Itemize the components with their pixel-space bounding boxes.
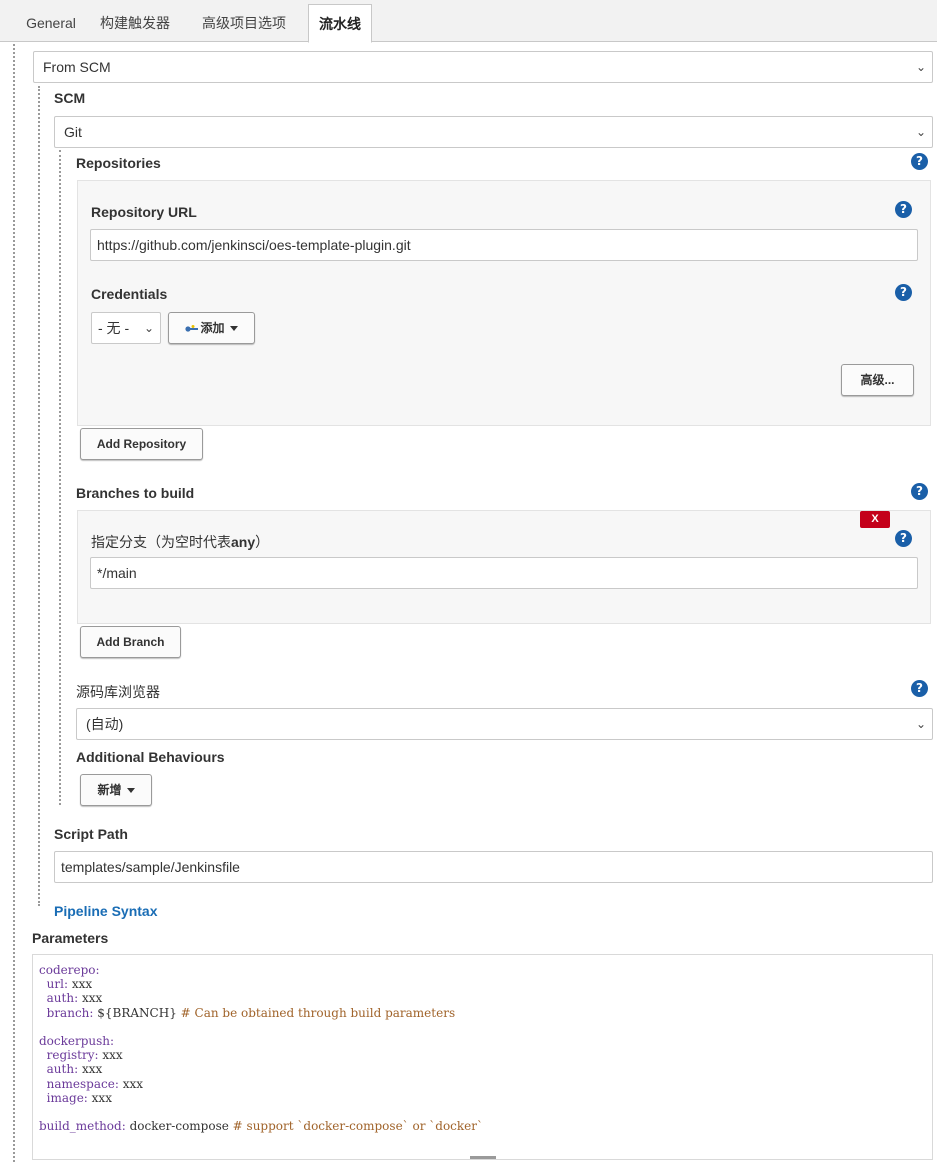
parameters-editor[interactable]: coderepo: url: xxx auth: xxx branch: ${B…: [32, 954, 933, 1160]
definition-select[interactable]: From SCM ⌄: [33, 51, 933, 83]
add-branch-button[interactable]: Add Branch: [80, 626, 181, 658]
help-icon[interactable]: ?: [895, 201, 912, 218]
add-repository-button[interactable]: Add Repository: [80, 428, 203, 460]
git-guide-line: [59, 150, 61, 805]
additional-behaviours-label: Additional Behaviours: [76, 749, 225, 765]
code-line: coderepo:: [39, 963, 100, 977]
code-line: image: xxx: [46, 1090, 112, 1105]
add-credentials-button[interactable]: 添加: [168, 312, 255, 344]
code-line: auth: xxx: [46, 991, 103, 1006]
branch-specifier-label: 指定分支（为空时代表any）: [91, 532, 269, 552]
repository-url-input[interactable]: https://github.com/jenkinsci/oes-templat…: [90, 229, 918, 261]
delete-branch-button[interactable]: X: [860, 511, 890, 528]
repository-browser-select[interactable]: (自动) ⌄: [76, 708, 933, 740]
credentials-select-value: - 无 -: [98, 320, 130, 336]
branch-specifier-input[interactable]: */main: [90, 557, 918, 589]
branch-specifier-label-bold: any: [231, 534, 256, 550]
help-icon[interactable]: ?: [911, 153, 928, 170]
caret-down-icon: [126, 788, 135, 794]
tab-build-triggers[interactable]: 构建触发器: [90, 4, 180, 42]
help-icon[interactable]: ?: [895, 284, 912, 301]
add-credentials-label: 添加: [200, 321, 225, 335]
section-guide-line: [13, 44, 15, 1162]
code-line: build_method: docker-compose # support `…: [39, 1119, 483, 1134]
credentials-select[interactable]: - 无 - ⌄: [91, 312, 161, 344]
branches-label: Branches to build: [76, 485, 195, 501]
code-line: auth: xxx: [46, 1062, 103, 1077]
tab-advanced-options[interactable]: 高级项目选项: [190, 4, 298, 42]
repository-panel: [77, 180, 931, 426]
repository-url-label: Repository URL: [91, 204, 197, 220]
repository-browser-label: 源码库浏览器: [76, 684, 160, 700]
chevron-down-icon: ⌄: [915, 125, 926, 139]
code-line: branch: ${BRANCH} # Can be obtained thro…: [46, 1005, 456, 1020]
help-icon[interactable]: ?: [911, 483, 928, 500]
code-line: dockerpush:: [39, 1033, 115, 1048]
advanced-button[interactable]: 高级...: [841, 364, 914, 396]
editor-resize-handle[interactable]: [470, 1156, 496, 1159]
script-path-input[interactable]: templates/sample/Jenkinsfile: [54, 851, 933, 883]
code-line: namespace: xxx: [46, 1076, 143, 1091]
definition-select-value: From SCM: [43, 59, 111, 75]
key-icon: [185, 314, 199, 344]
repository-browser-select-value: (自动): [86, 716, 124, 732]
scm-guide-line: [38, 86, 40, 906]
chevron-down-icon: ⌄: [915, 60, 926, 74]
help-icon[interactable]: ?: [895, 530, 912, 547]
branch-specifier-label-suffix: ）: [255, 534, 270, 550]
caret-down-icon: [229, 326, 238, 332]
script-path-label: Script Path: [54, 826, 128, 842]
code-line: url: xxx: [46, 977, 93, 992]
chevron-down-icon: ⌄: [915, 717, 926, 731]
code-line: registry: xxx: [46, 1048, 123, 1063]
scm-label: SCM: [54, 90, 86, 106]
add-behaviour-label: 新增: [97, 783, 122, 797]
scm-select-value: Git: [64, 124, 82, 140]
branch-specifier-label-prefix: 指定分支（为空时代表: [91, 534, 231, 550]
tab-pipeline[interactable]: 流水线: [308, 4, 372, 43]
help-icon[interactable]: ?: [911, 680, 928, 697]
scm-select[interactable]: Git ⌄: [54, 116, 933, 148]
tab-general[interactable]: General: [22, 4, 80, 42]
parameters-label: Parameters: [32, 930, 109, 946]
credentials-label: Credentials: [91, 286, 168, 302]
repositories-label: Repositories: [76, 155, 161, 171]
add-behaviour-button[interactable]: 新增: [80, 774, 152, 806]
chevron-down-icon: ⌄: [143, 321, 154, 335]
tab-bar: General 构建触发器 高级项目选项 流水线: [0, 0, 937, 43]
pipeline-syntax-link[interactable]: Pipeline Syntax: [54, 903, 157, 919]
